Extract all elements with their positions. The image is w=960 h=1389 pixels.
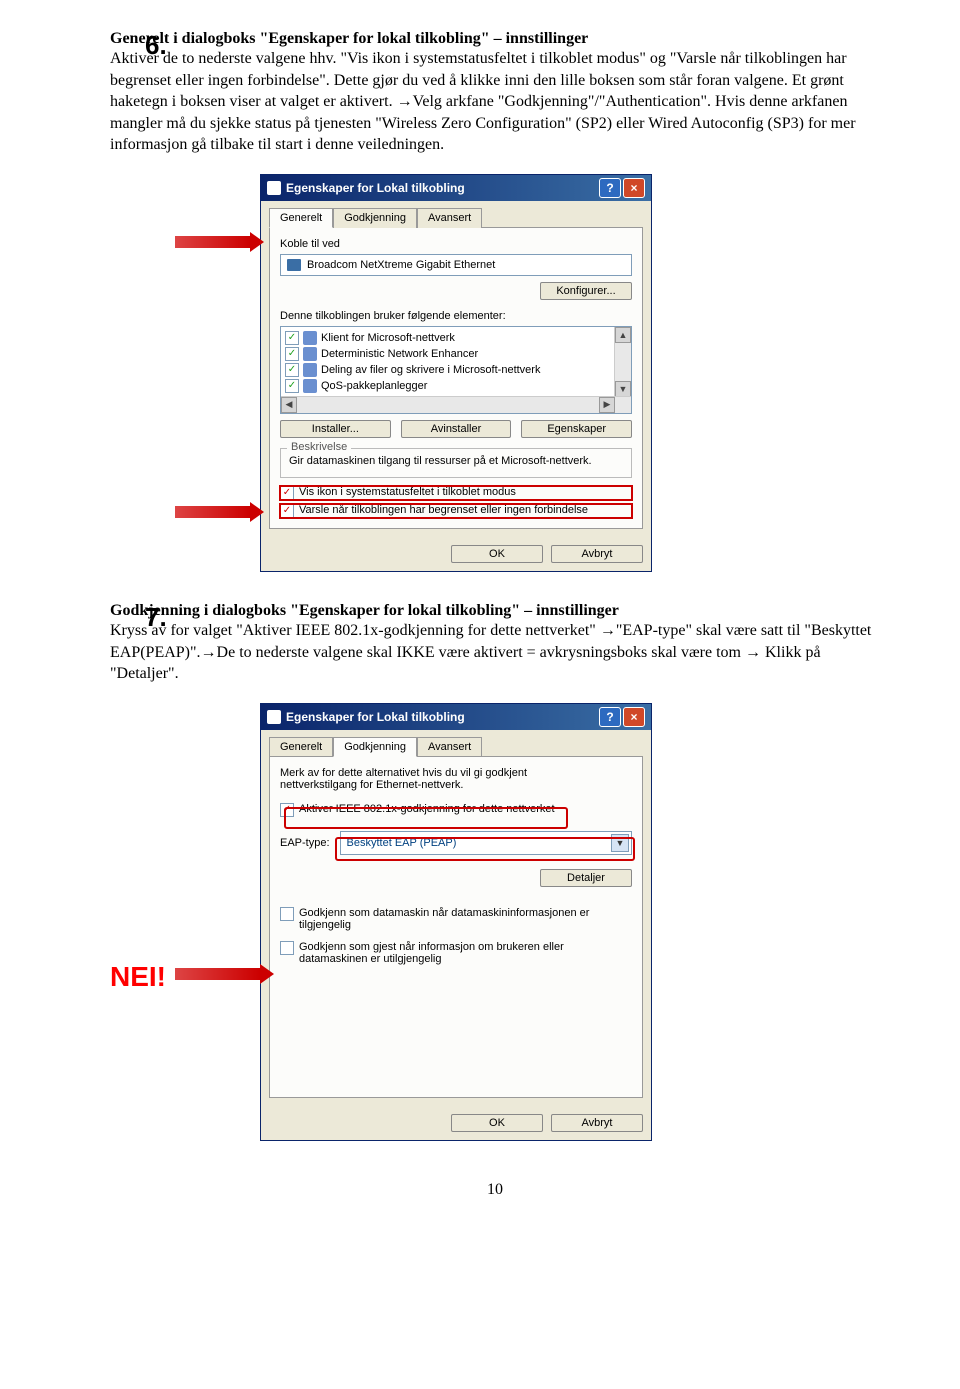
ok-button[interactable]: OK [451,1114,543,1132]
checkbox-icon[interactable]: ✓ [285,347,299,361]
close-button[interactable]: × [623,178,645,198]
eap-type-value: Beskyttet EAP (PEAP) [347,837,457,849]
show-icon-row[interactable]: ✓ Vis ikon i systemstatusfeltet i tilkob… [280,486,632,500]
scroll-down-icon[interactable]: ▼ [615,381,631,397]
list-item[interactable]: ✓ Klient for Microsoft-nettverk [285,330,627,346]
tab-godkjenning[interactable]: Godkjenning [333,737,417,757]
titlebar: Egenskaper for Lokal tilkobling ? × [261,175,651,201]
properties-button[interactable]: Egenskaper [521,420,632,438]
auth-as-guest-row[interactable]: ✓ Godkjenn som gjest når informasjon om … [280,941,632,965]
screenshot-7: NEI! Egenskaper for Lokal tilkobling ? × [260,703,650,1141]
list-item-label: Deterministic Network Enhancer [321,348,478,360]
tab-generelt[interactable]: Generelt [269,208,333,228]
scroll-left-icon[interactable]: ◀ [281,397,297,413]
auth-as-guest-label: Godkjenn som gjest når informasjon om br… [299,941,632,965]
tab-avansert[interactable]: Avansert [417,208,482,228]
notify-limited-label: Varsle når tilkoblingen har begrenset el… [299,504,588,516]
scrollbar-vertical[interactable]: ▲ ▼ [614,327,631,397]
ok-button[interactable]: OK [451,545,543,563]
step-number-6: 6. [145,30,167,61]
network-icon [267,181,281,195]
help-button[interactable]: ? [599,707,621,727]
description-legend: Beskrivelse [287,441,351,453]
dialog-title: Egenskaper for Lokal tilkobling [286,181,465,195]
scroll-up-icon[interactable]: ▲ [615,327,631,343]
arrow-icon [175,236,250,248]
list-item[interactable]: ✓ Deling av filer og skrivere i Microsof… [285,362,627,378]
checkbox-icon[interactable]: ✓ [285,363,299,377]
adapter-field: Broadcom NetXtreme Gigabit Ethernet [280,254,632,276]
dialog-footer: OK Avbryt [261,1106,651,1140]
tab-avansert[interactable]: Avansert [417,737,482,757]
tab-generelt[interactable]: Generelt [269,737,333,757]
eap-type-label: EAP-type: [280,837,330,849]
network-icon [267,710,281,724]
enable-8021x-row[interactable]: ✓ Aktiver IEEE 802.1x-godkjenning for de… [280,803,632,817]
enable-8021x-label: Aktiver IEEE 802.1x-godkjenning for dett… [299,803,555,815]
step-number-7: 7. [145,602,167,633]
component-icon [303,379,317,393]
elements-label: Denne tilkoblingen bruker følgende eleme… [280,310,632,322]
show-icon-label: Vis ikon i systemstatusfeltet i tilkoble… [299,486,516,498]
auth-as-computer-row[interactable]: ✓ Godkjenn som datamaskin når datamaskin… [280,907,632,931]
cancel-button[interactable]: Avbryt [551,545,643,563]
install-button[interactable]: Installer... [280,420,391,438]
tab-panel-generelt: Koble til ved Broadcom NetXtreme Gigabit… [269,227,643,529]
tabs: Generelt Godkjenning Avansert [261,730,651,756]
arrow-icon [175,968,260,980]
checkbox-icon[interactable]: ✓ [280,941,294,955]
dialog-title: Egenskaper for Lokal tilkobling [286,710,465,724]
step-6-title: Generelt i dialogboks "Egenskaper for lo… [110,30,588,47]
list-item[interactable]: ✓ Deterministic Network Enhancer [285,346,627,362]
step-7: 7. Godkjenning i dialogboks "Egenskaper … [110,602,880,1141]
page-number: 10 [110,1181,880,1199]
step-6-body: Aktiver de to nederste valgene hhv. "Vis… [110,50,856,153]
help-button[interactable]: ? [599,178,621,198]
checkbox-icon[interactable]: ✓ [280,907,294,921]
dialog-properties-1: Egenskaper for Lokal tilkobling ? × Gene… [260,174,652,572]
component-icon [303,331,317,345]
details-button[interactable]: Detaljer [540,869,632,887]
scroll-right-icon[interactable]: ▶ [599,397,615,413]
step-6: 6. Generelt i dialogboks "Egenskaper for… [110,30,880,572]
tab-godkjenning[interactable]: Godkjenning [333,208,417,228]
chevron-down-icon[interactable]: ▼ [611,834,629,852]
description-text: Gir datamaskinen tilgang til ressurser p… [289,455,623,467]
configure-button[interactable]: Konfigurer... [540,282,632,300]
description-group: Beskrivelse Gir datamaskinen tilgang til… [280,448,632,478]
elements-list[interactable]: ✓ Klient for Microsoft-nettverk ✓ Determ… [280,326,632,414]
checkbox-icon[interactable]: ✓ [280,504,294,518]
dialog-properties-2: Egenskaper for Lokal tilkobling ? × Gene… [260,703,652,1141]
uninstall-button[interactable]: Avinstaller [401,420,512,438]
titlebar: Egenskaper for Lokal tilkobling ? × [261,704,651,730]
connect-using-label: Koble til ved [280,238,632,250]
component-icon [303,363,317,377]
tabs: Generelt Godkjenning Avansert [261,201,651,227]
eap-type-dropdown[interactable]: Beskyttet EAP (PEAP) ▼ [340,831,632,855]
list-item-label: Klient for Microsoft-nettverk [321,332,455,344]
tab-panel-godkjenning: Merk av for dette alternativet hvis du v… [269,756,643,1098]
checkbox-icon[interactable]: ✓ [280,486,294,500]
dialog-footer: OK Avbryt [261,537,651,571]
list-item[interactable]: ✓ QoS-pakkeplanlegger [285,378,627,394]
checkbox-icon[interactable]: ✓ [285,379,299,393]
intro-text: Merk av for dette alternativet hvis du v… [280,767,632,791]
notify-limited-row[interactable]: ✓ Varsle når tilkoblingen har begrenset … [280,504,632,518]
adapter-name: Broadcom NetXtreme Gigabit Ethernet [307,259,495,271]
screenshot-6: Egenskaper for Lokal tilkobling ? × Gene… [260,174,650,572]
list-item-label: QoS-pakkeplanlegger [321,380,427,392]
scrollbar-horizontal[interactable]: ◀ ▶ [281,396,631,413]
component-icon [303,347,317,361]
step-7-body: Kryss av for valget "Aktiver IEEE 802.1x… [110,622,871,682]
step-7-title: Godkjenning i dialogboks "Egenskaper for… [110,602,619,619]
list-item-label: Deling av filer og skrivere i Microsoft-… [321,364,540,376]
arrow-icon [175,506,250,518]
nic-icon [287,259,301,271]
auth-as-computer-label: Godkjenn som datamaskin når datamaskinin… [299,907,632,931]
checkbox-icon[interactable]: ✓ [285,331,299,345]
cancel-button[interactable]: Avbryt [551,1114,643,1132]
checkbox-icon[interactable]: ✓ [280,803,294,817]
close-button[interactable]: × [623,707,645,727]
nei-label: NEI! [110,961,166,993]
